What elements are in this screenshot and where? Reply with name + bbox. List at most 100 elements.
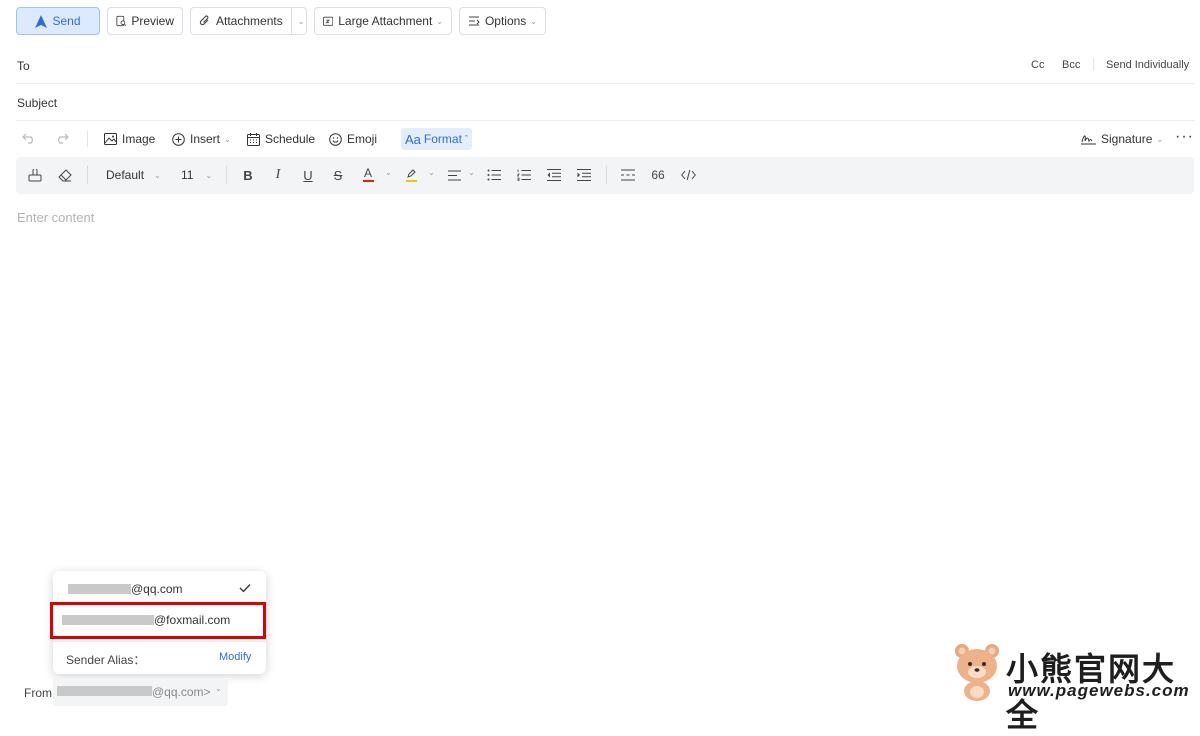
image-button[interactable]: Image [104,132,155,146]
code-icon [680,169,696,181]
image-icon [104,133,117,145]
font-color-dropdown-icon[interactable]: ⌄ [385,168,392,177]
chevron-down-icon: ⌄ [224,134,231,144]
chevron-down-icon: ⌄ [530,16,537,26]
options-button[interactable]: Options ⌄ [459,7,546,35]
plus-circle-icon [172,132,185,146]
redo-button[interactable] [55,132,74,144]
sender-alias-label: Sender Alias： [66,653,146,667]
options-icon [468,16,480,26]
italic-button[interactable]: I [270,167,286,183]
watermark-url: www.pagewebs.com [1008,681,1190,700]
modify-alias-link[interactable]: Modify [219,651,251,663]
attachments-dropdown-toggle[interactable]: ⌄ [290,8,305,34]
horizontal-rule-button[interactable] [620,167,636,183]
send-individually-button[interactable]: Send Individually [1106,59,1189,71]
chevron-double-up-icon: ˆ [464,134,468,144]
bcc-button[interactable]: Bcc [1062,59,1080,71]
highlight-dropdown-icon[interactable]: ⌄ [428,168,435,177]
font-color-button[interactable]: A [360,167,376,183]
account-option-qq[interactable]: @qq.com [53,571,266,604]
from-account-value: @qq.com> [152,685,211,699]
underline-button[interactable]: U [300,167,316,183]
chevron-down-icon: ⌄ [297,16,305,26]
undo-icon [22,133,33,144]
chevron-down-icon: ⌄ [436,16,443,26]
indent-button[interactable] [576,167,592,183]
check-icon [239,584,251,593]
content-placeholder: Enter content [17,210,95,225]
italic-icon: I [275,167,281,182]
to-row-divider [16,83,1194,84]
account-option-qq-label: @qq.com [131,582,183,596]
format-toggle-button[interactable]: Aa Format ˆ [401,128,472,150]
quote-icon: 66 [651,168,665,182]
large-attachment-button[interactable]: Large Attachment ⌄ [314,7,452,35]
eraser-icon [58,168,72,181]
send-button[interactable]: Send [16,7,100,35]
to-label: To [17,59,30,73]
align-dropdown-icon[interactable]: ⌄ [468,168,475,177]
format-divider [226,166,227,184]
subject-input[interactable] [65,89,1185,115]
preview-button[interactable]: Preview [107,7,183,35]
format-divider [606,166,607,184]
signature-button[interactable]: Signature ⌄ [1081,132,1163,146]
undo-button[interactable] [22,132,41,144]
more-dots-icon: ··· [1175,128,1194,145]
highlight-color-bar [405,179,417,182]
redacted-username [57,686,152,696]
align-button[interactable] [446,167,462,183]
cc-button[interactable]: Cc [1031,59,1044,71]
quote-button[interactable]: 66 [650,167,666,183]
attachments-button[interactable]: Attachments ⌄ [190,7,307,35]
numbered-list-button[interactable] [516,167,532,183]
font-family-select[interactable]: Default ⌄ [106,168,161,182]
to-input[interactable] [40,52,1010,78]
format-painter-icon [28,168,42,181]
clear-format-button[interactable] [57,167,73,183]
underline-icon: U [303,167,313,183]
large-attachment-icon [323,16,334,26]
bullet-list-icon [487,169,501,181]
align-left-icon [447,170,461,180]
preview-icon [116,15,127,27]
more-options-button[interactable]: ··· [1175,128,1194,146]
outdent-button[interactable] [546,167,562,183]
format-icon: Aa [405,131,421,147]
bullet-list-button[interactable] [486,167,502,183]
format-painter-button[interactable] [27,167,43,183]
horizontal-rule-icon [621,169,635,181]
menu-divider [53,641,266,642]
content-editor[interactable]: Enter content [16,204,1194,554]
bold-button[interactable]: B [240,167,256,183]
toolbar-divider [87,131,88,147]
highlighter-icon [406,168,416,178]
strikethrough-icon: S [333,167,343,183]
chevron-down-icon: ⌄ [215,684,222,693]
send-icon [35,14,48,28]
chevron-down-icon: ⌄ [205,170,213,180]
numbered-list-icon [517,169,531,181]
format-divider [87,166,88,184]
calendar-icon [247,132,260,146]
emoji-button[interactable]: Emoji [329,132,377,146]
from-account-select[interactable]: @qq.com> ⌄ [53,678,228,706]
font-size-select[interactable]: 11 ⌄ [181,168,212,182]
strikethrough-button[interactable]: S [330,167,346,183]
bold-icon: B [243,167,253,183]
highlight-color-button[interactable] [403,167,419,183]
outdent-icon [547,169,561,181]
schedule-button[interactable]: Schedule [247,132,315,146]
code-button[interactable] [680,167,696,183]
font-color-bar [362,180,374,182]
smiley-icon [329,132,342,146]
redo-icon [58,133,69,144]
redacted-username [68,584,131,594]
indent-icon [577,169,591,181]
chevron-down-icon: ⌄ [1156,134,1164,144]
font-color-icon: A [363,166,372,180]
signature-icon [1081,135,1096,145]
subject-label: Subject [17,96,58,110]
insert-button[interactable]: Insert ⌄ [172,132,231,146]
